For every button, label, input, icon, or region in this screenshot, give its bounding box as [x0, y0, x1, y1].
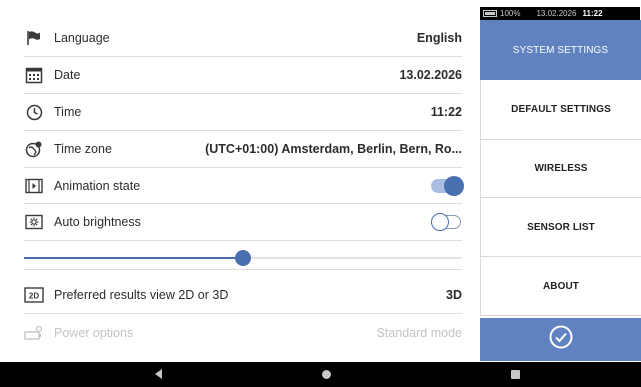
view-2d-icon: 2D [24, 285, 44, 305]
globe-icon [24, 139, 44, 159]
android-nav-bar [0, 362, 641, 387]
power-icon [24, 323, 44, 343]
status-bar: 100% 13.02.2026 11:22 [480, 7, 640, 20]
power-options-label: Power options [54, 325, 134, 340]
menu-default-settings[interactable]: DEFAULT SETTINGS [480, 80, 641, 140]
auto-brightness-toggle[interactable] [431, 213, 461, 231]
menu-about[interactable]: ABOUT [480, 257, 641, 316]
auto-brightness-label: Auto brightness [54, 215, 141, 229]
timezone-value: (UTC+01:00) Amsterdam, Berlin, Bern, Ro.… [205, 142, 462, 156]
toggle-knob [444, 175, 464, 196]
battery-percent: 100% [500, 9, 521, 18]
timezone-label: Time zone [54, 142, 112, 156]
language-row[interactable]: Language English [24, 20, 462, 57]
language-label: Language [54, 31, 110, 45]
slider-fill [24, 257, 243, 259]
preferred-view-row[interactable]: 2D Preferred results view 2D or 3D 3D [24, 277, 462, 314]
status-time: 11:22 [582, 9, 603, 18]
time-label: Time [54, 105, 82, 119]
battery-icon [483, 10, 497, 17]
calendar-icon [24, 65, 44, 85]
svg-text:2D: 2D [29, 292, 39, 301]
brightness-slider[interactable] [24, 246, 462, 270]
brightness-icon [24, 212, 44, 232]
flag-icon [24, 28, 44, 48]
animation-state-label: Animation state [54, 178, 141, 193]
time-row[interactable]: Time 11:22 [24, 94, 462, 131]
timezone-row[interactable]: Time zone (UTC+01:00) Amsterdam, Berlin,… [24, 131, 462, 168]
settings-panel: Language English Date 13.02.2026 Time 11… [0, 0, 477, 362]
status-date: 13.02.2026 [536, 9, 577, 18]
language-value: English [416, 31, 462, 45]
power-options-row: Power options Standard mode [24, 314, 462, 351]
date-value: 13.02.2026 [399, 68, 462, 82]
power-options-value: Standard mode [376, 325, 462, 340]
date-label: Date [54, 68, 81, 82]
clock-icon [24, 102, 44, 122]
auto-brightness-row: Auto brightness [24, 204, 462, 241]
home-icon[interactable] [322, 370, 331, 379]
time-value: 11:22 [430, 105, 462, 119]
menu-system-settings[interactable]: SYSTEM SETTINGS [480, 20, 641, 80]
back-icon[interactable] [155, 369, 162, 379]
toggle-knob [431, 213, 449, 231]
slider-thumb[interactable] [235, 250, 251, 266]
recent-apps-icon[interactable] [511, 370, 520, 379]
animation-state-toggle[interactable] [431, 175, 464, 196]
preferred-view-label: Preferred results view 2D or 3D [54, 288, 229, 302]
date-row[interactable]: Date 13.02.2026 [24, 57, 462, 94]
check-circle-icon [548, 324, 574, 355]
confirm-button[interactable] [480, 318, 641, 361]
menu-sensor-list[interactable]: SENSOR LIST [480, 198, 641, 257]
animation-state-row: Animation state [24, 168, 464, 204]
preferred-view-value: 3D [446, 288, 462, 302]
animation-icon [24, 176, 44, 196]
menu-wireless[interactable]: WIRELESS [480, 140, 641, 198]
